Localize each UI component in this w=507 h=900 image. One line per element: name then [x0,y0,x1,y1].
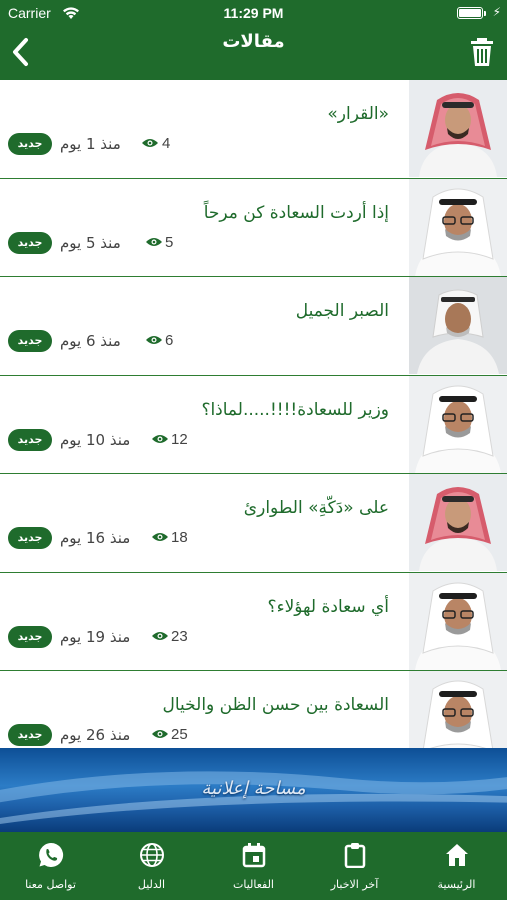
new-badge: جديد [8,724,52,746]
article-title[interactable]: أي سعادة لهؤلاء؟ [268,597,389,617]
article-date: منذ 10 يوم [60,430,131,449]
article-title[interactable]: على «دَكّةِ» الطوارئ [244,498,389,518]
article-date: منذ 1 يوم [60,135,121,153]
tab-home[interactable]: الرئيسية [406,832,507,900]
author-photo [409,375,507,473]
article-row[interactable]: «القرار» جديد منذ 1 يوم 4 [0,80,507,179]
navigation-bar: مقالات [0,28,507,80]
article-title[interactable]: «القرار» [327,104,389,124]
eye-icon [146,336,162,344]
article-date: منذ 19 يوم [60,627,131,646]
status-bar: Carrier 11:29 PM ⚡ [0,0,507,28]
tab-label: الدليل [137,878,166,891]
article-date: منذ 6 يوم [60,332,121,350]
article-row[interactable]: إذا أردت السعادة كن مرحاً جديد منذ 5 يوم… [0,178,507,277]
tab-label: الفعاليات [232,878,274,891]
eye-icon [142,139,158,147]
article-date: منذ 5 يوم [60,233,121,252]
eye-icon [152,730,168,738]
tab-events[interactable]: الفعاليات [203,832,304,900]
article-title[interactable]: السعادة بين حسن الظن والخيال [163,695,390,715]
tab-bar: الرئيسية آخر الاخبار الفعاليات الدليل تو… [0,832,507,900]
new-badge: جديد [8,527,52,549]
new-badge: جديد [8,330,52,352]
clipboard-icon [344,843,366,868]
eye-icon [152,533,168,541]
home-icon [446,844,468,866]
author-photo [409,572,507,670]
trash-icon[interactable] [469,36,495,68]
article-row[interactable]: أي سعادة لهؤلاء؟ جديد منذ 19 يوم 23 [0,572,507,671]
new-badge: جديد [8,231,52,254]
article-row[interactable]: على «دَكّةِ» الطوارئ جديد منذ 16 يوم 18 [0,474,507,573]
article-title[interactable]: إذا أردت السعادة كن مرحاً [204,203,389,223]
view-count: 4 [162,135,171,152]
new-badge: جديد [8,625,52,648]
author-photo [409,80,507,177]
article-date: منذ 16 يوم [60,529,131,547]
page-title: مقالات [222,31,285,52]
view-count: 25 [171,726,188,743]
view-count: 18 [171,529,188,546]
eye-icon [146,237,162,246]
new-badge: جديد [8,428,52,451]
charging-icon: ⚡ [492,5,501,19]
ad-banner[interactable]: مساحة إعلانية [0,748,507,832]
new-badge: جديد [8,133,52,155]
ad-label: مساحة إعلانية [201,778,306,799]
author-photo [409,178,507,276]
eye-icon [152,631,168,640]
tab-latest-news[interactable]: آخر الاخبار [304,832,405,900]
globe-icon [140,843,164,867]
view-count: 12 [171,430,188,448]
author-photo [409,474,507,571]
article-title[interactable]: وزير للسعادة!!!!.....لماذا؟ [201,400,389,420]
battery-tip [484,11,486,16]
tab-directory[interactable]: الدليل [101,832,202,900]
tab-label: تواصل معنا [25,878,76,891]
header-bar: Carrier 11:29 PM ⚡ مقالات [0,0,507,80]
calendar-icon [242,843,266,868]
view-count: 6 [165,332,174,349]
view-count: 23 [171,627,188,645]
tab-label: آخر الاخبار [330,878,379,891]
articles-list: «القرار» جديد منذ 1 يوم 4 إذا أردت السعا… [0,80,507,748]
eye-icon [152,434,168,443]
author-photo [409,671,507,748]
article-row[interactable]: السعادة بين حسن الظن والخيال جديد منذ 26… [0,671,507,748]
article-title[interactable]: الصبر الجميل [296,301,389,321]
article-date: منذ 26 يوم [60,726,131,744]
status-time: 11:29 PM [223,5,284,21]
tab-contact-us[interactable]: تواصل معنا [0,832,101,900]
article-row[interactable]: وزير للسعادة!!!!.....لماذا؟ جديد منذ 10 … [0,375,507,474]
view-count: 5 [165,233,174,251]
battery-icon [457,7,483,19]
tab-label: الرئيسية [437,878,476,891]
article-row[interactable]: الصبر الجميل جديد منذ 6 يوم 6 [0,277,507,376]
author-photo [409,277,507,374]
whatsapp-icon [39,842,64,867]
